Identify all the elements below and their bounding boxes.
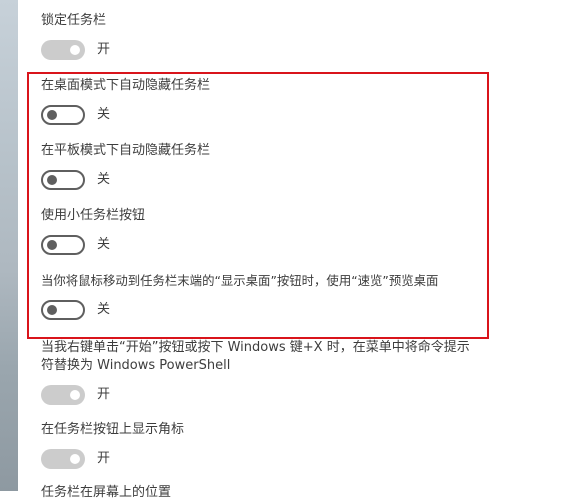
badges-toggle[interactable] <box>41 449 85 469</box>
toggle-state-text: 开 <box>97 42 111 57</box>
desktop-background-strip <box>0 0 18 491</box>
toggle-knob <box>70 45 80 55</box>
toggle-knob <box>70 390 80 400</box>
toggle-state-text: 开 <box>97 451 111 466</box>
setting-label: 在任务栏按钮上显示角标 <box>41 422 185 437</box>
lock-taskbar-toggle[interactable] <box>41 40 85 60</box>
powershell-toggle[interactable] <box>41 385 85 405</box>
toggle-knob <box>70 454 80 464</box>
setting-label: 锁定任务栏 <box>41 13 107 28</box>
setting-label: 当我右键单击“开始”按钮或按下 Windows 键+X 时，在菜单中将命令提示符… <box>41 340 470 373</box>
partial-label: 任务栏在屏幕上的位置 <box>41 485 172 500</box>
toggle-state-text: 开 <box>97 387 111 402</box>
highlight-box <box>27 72 489 339</box>
